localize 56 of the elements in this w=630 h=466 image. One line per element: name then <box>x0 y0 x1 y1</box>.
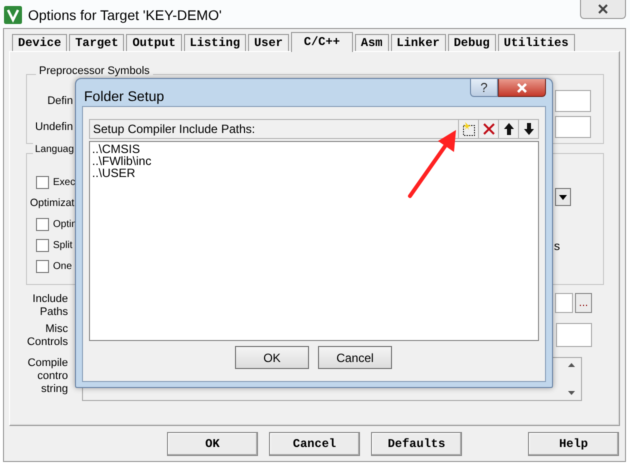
close-icon <box>597 4 609 14</box>
list-header: Setup Compiler Include Paths: <box>93 121 256 138</box>
tab[interactable]: C/C++ <box>290 32 353 52</box>
tab[interactable]: Target <box>69 34 124 51</box>
tab[interactable]: Output <box>126 34 182 51</box>
checkbox[interactable] <box>36 260 49 273</box>
dialog-button[interactable]: OK <box>235 346 309 369</box>
dialog-button[interactable]: Help <box>528 432 619 456</box>
checkbox[interactable] <box>36 218 49 231</box>
field-label: Compile contro string <box>26 357 68 396</box>
dialog-button[interactable]: Cancel <box>318 346 392 369</box>
dropdown-button[interactable] <box>555 188 571 206</box>
list-item[interactable]: ..\USER <box>92 167 136 179</box>
checkbox[interactable] <box>36 176 49 189</box>
help-button[interactable]: ? <box>470 79 498 97</box>
field-label: Include Paths <box>32 293 68 319</box>
checkbox-label: One <box>53 260 72 274</box>
list-item[interactable]: ..\CMSIS <box>92 143 140 155</box>
tab[interactable]: Debug <box>448 34 496 51</box>
delete-icon <box>480 121 496 137</box>
scroll-up-icon <box>568 363 575 367</box>
dialog-title: Folder Setup <box>84 87 164 106</box>
new-folder-icon <box>460 121 476 137</box>
list-item[interactable]: ..\FWlib\inc <box>92 155 152 167</box>
dialog-button[interactable]: Cancel <box>269 432 360 456</box>
tab[interactable]: User <box>248 34 289 51</box>
field-label: Undefin <box>34 120 73 134</box>
tab[interactable]: Asm <box>354 34 389 51</box>
tab[interactable]: Device <box>12 34 68 51</box>
checkbox-label: Exec <box>53 176 76 190</box>
checkbox[interactable] <box>36 239 49 252</box>
browse-button[interactable]: ... <box>575 293 592 313</box>
section-label: Optimizat <box>30 196 74 211</box>
app-icon <box>4 6 22 24</box>
group-title: Languag <box>33 142 76 157</box>
close-button[interactable] <box>580 0 626 19</box>
field-label: Defin <box>46 94 73 108</box>
group-title: Preprocessor Symbols <box>36 63 153 80</box>
checkbox-label: Split <box>53 239 72 253</box>
caret-icon <box>559 194 567 200</box>
include-paths-field[interactable] <box>555 293 573 313</box>
field-label: Misc Controls <box>26 323 68 349</box>
tab[interactable]: Listing <box>184 34 246 51</box>
tab[interactable]: Linker <box>390 34 446 51</box>
toolbar-button[interactable] <box>458 120 478 138</box>
scroll-down-icon <box>568 391 575 395</box>
close-icon <box>516 82 528 92</box>
dialog-button[interactable]: Defaults <box>371 432 462 456</box>
close-button[interactable] <box>498 79 546 97</box>
window-title: Options for Target 'KEY-DEMO' <box>28 6 222 25</box>
tab[interactable]: Utilities <box>498 34 575 51</box>
dialog-button[interactable]: OK <box>167 432 258 456</box>
undefine-field[interactable] <box>555 116 591 138</box>
option-label: s <box>554 238 560 255</box>
misc-controls-field[interactable] <box>556 323 592 347</box>
define-field[interactable] <box>555 90 591 112</box>
